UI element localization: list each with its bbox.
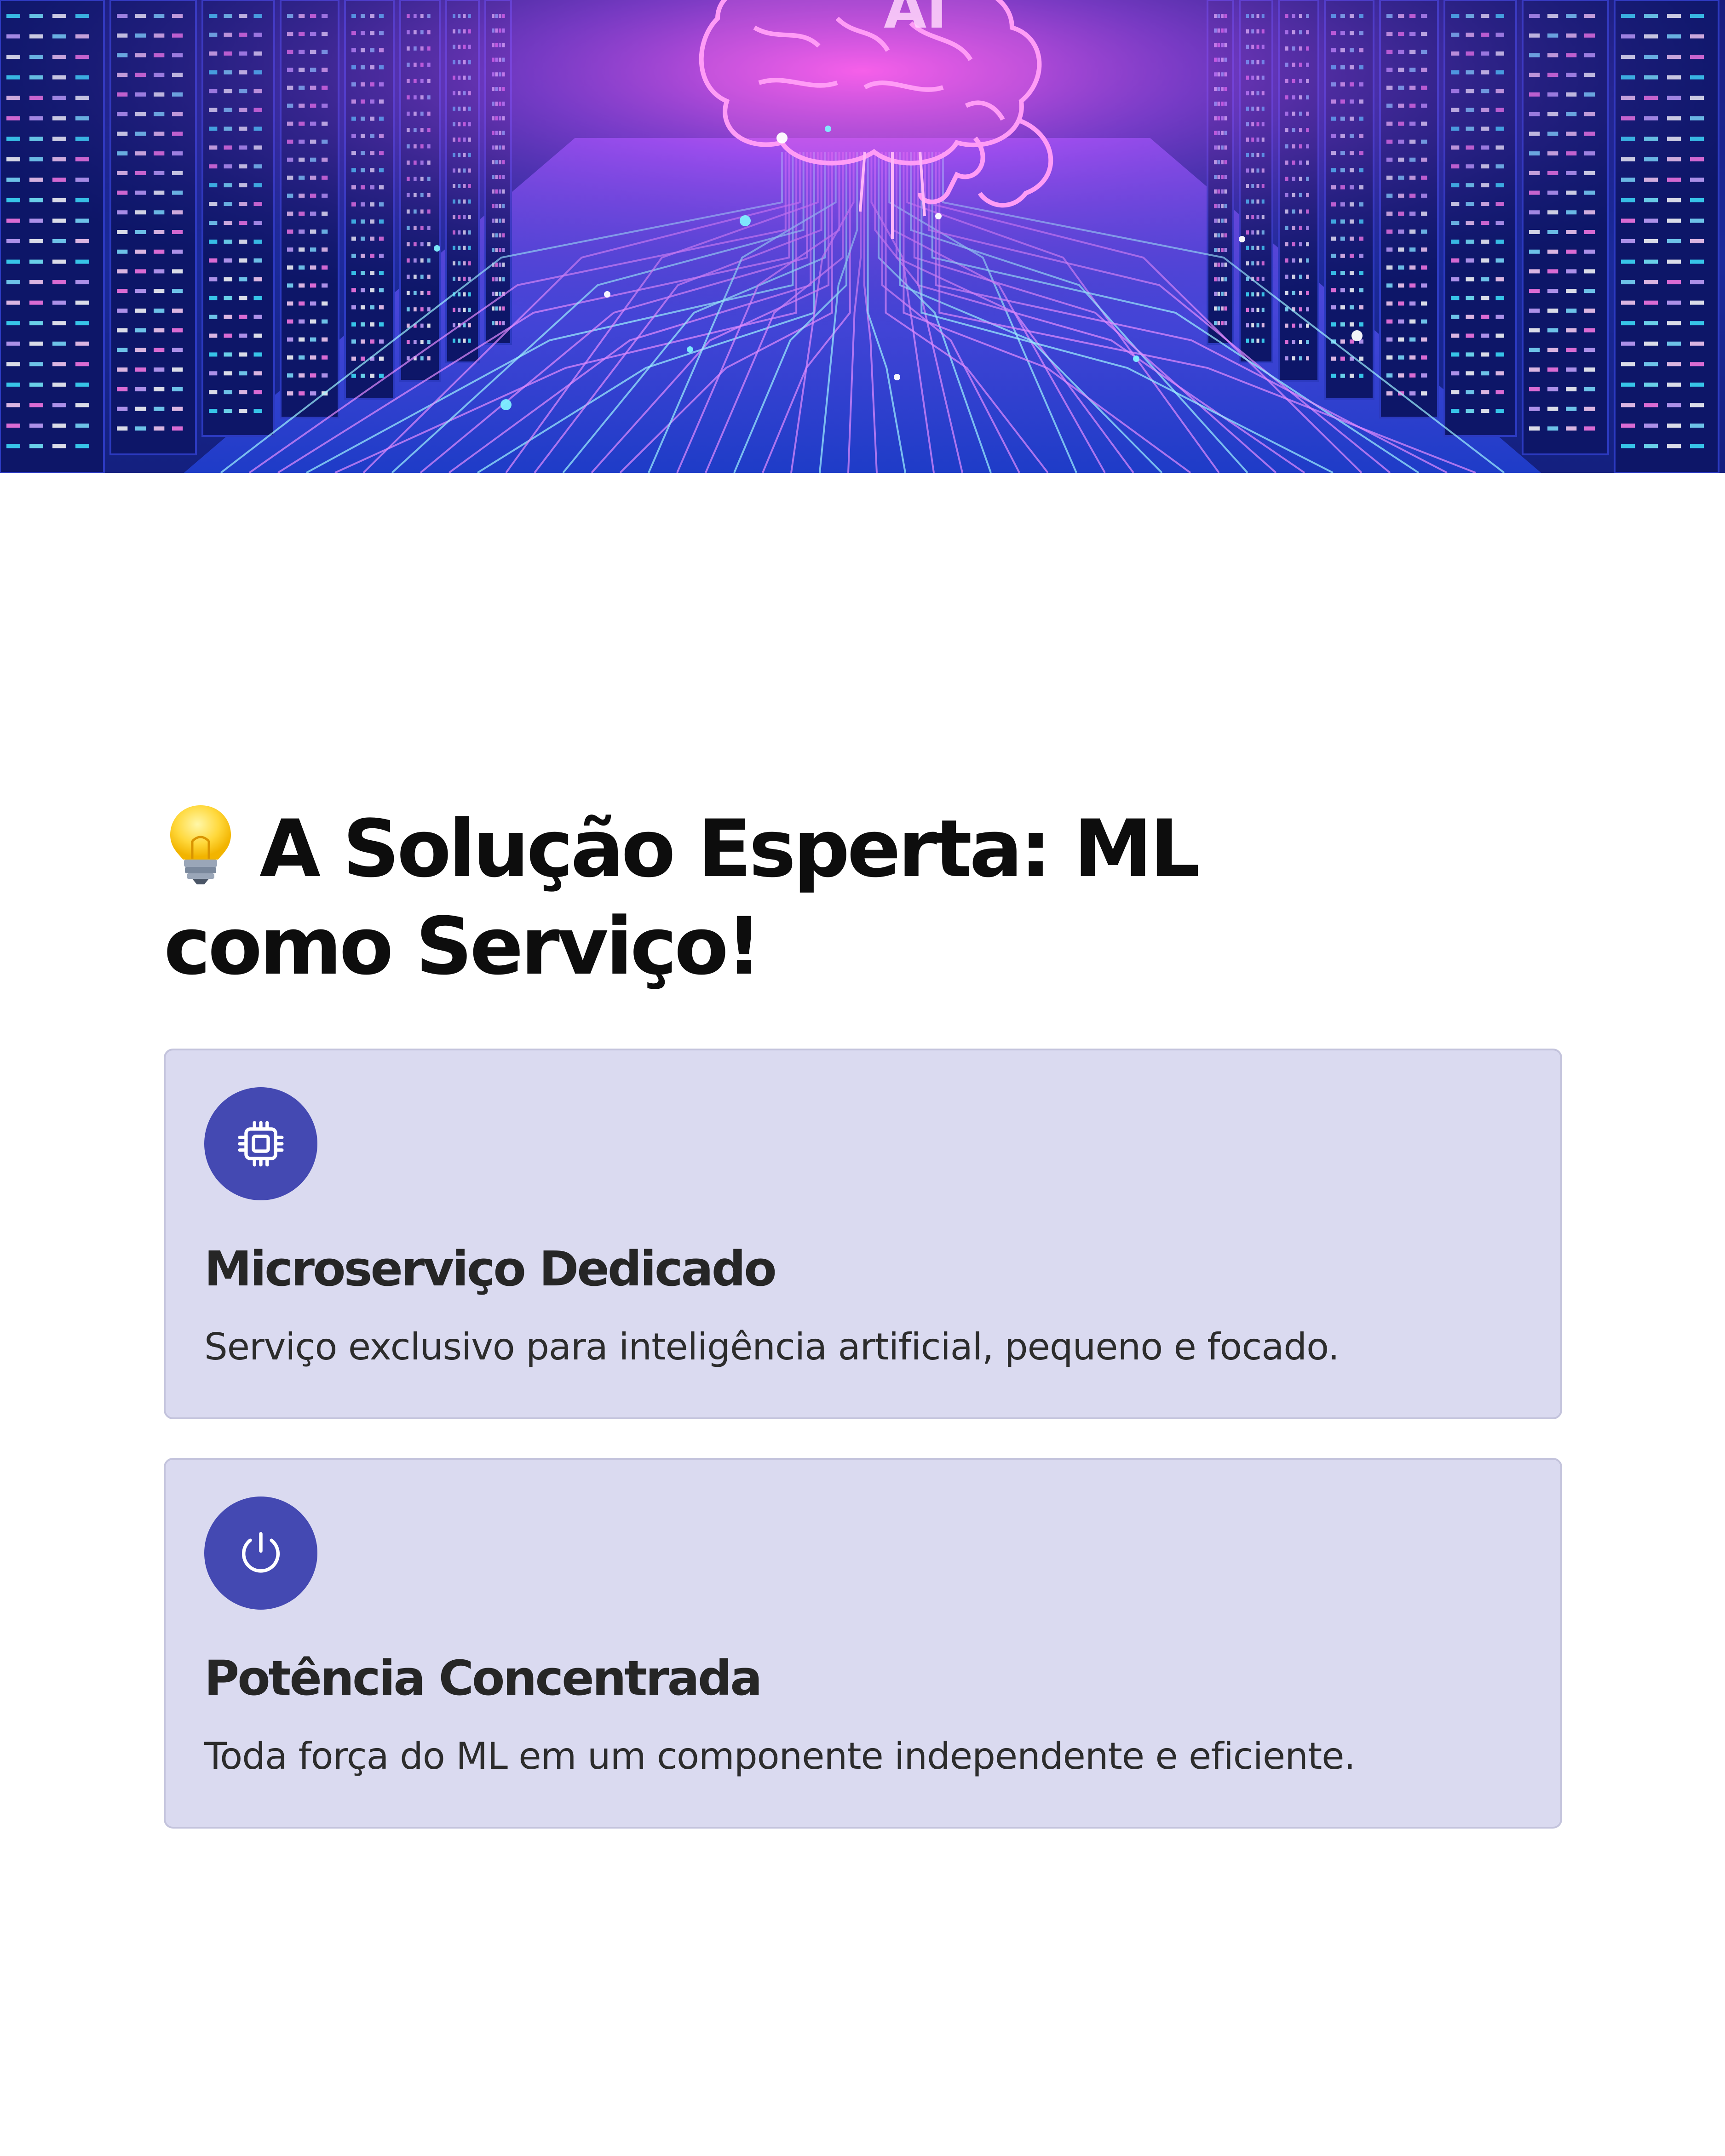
- card-title: Potência Concentrada: [204, 1650, 763, 1706]
- ai-brain-server-illustration: AI: [0, 0, 1725, 473]
- main-content: A Solução Esperta: ML como Serviço! Micr…: [164, 800, 1562, 1867]
- feature-card-dedicated-microservice: Microserviço Dedicado Serviço exclusivo …: [164, 1049, 1562, 1419]
- card-icon-badge: [204, 1497, 317, 1610]
- lightbulb-icon: [170, 805, 231, 884]
- card-icon-badge: [204, 1087, 317, 1200]
- feature-cards: Microserviço Dedicado Serviço exclusivo …: [164, 1049, 1562, 1829]
- brain-label: AI: [884, 0, 947, 41]
- cpu-chip-icon: [238, 1121, 284, 1167]
- page-title: A Solução Esperta: ML como Serviço!: [164, 800, 1406, 995]
- card-description: Serviço exclusivo para inteligência arti…: [204, 1325, 1340, 1368]
- power-icon: [242, 1532, 280, 1573]
- hero-image: AI: [0, 0, 1725, 473]
- card-description: Toda força do ML em um componente indepe…: [204, 1735, 1356, 1778]
- page-title-text: A Solução Esperta: ML como Serviço!: [164, 803, 1200, 992]
- card-title: Microserviço Dedicado: [204, 1241, 777, 1297]
- feature-card-concentrated-power: Potência Concentrada Toda força do ML em…: [164, 1458, 1562, 1829]
